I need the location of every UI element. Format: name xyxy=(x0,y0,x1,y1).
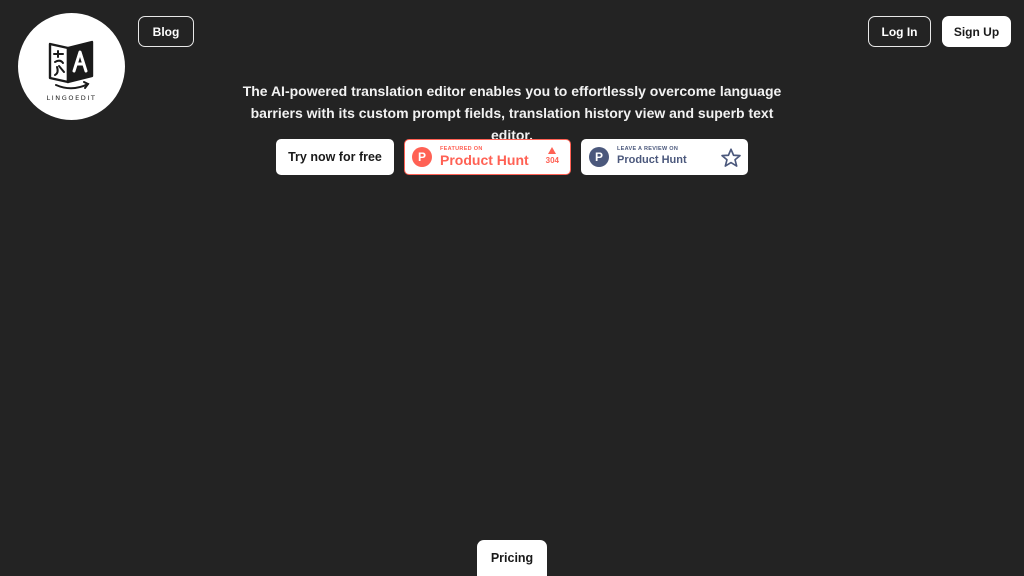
product-hunt-logo-icon: P xyxy=(412,147,432,167)
brand-name: LINGOEDIT xyxy=(46,93,97,102)
signup-button[interactable]: Sign Up xyxy=(942,16,1011,47)
tagline-line-1: The AI-powered translation editor enable… xyxy=(242,83,782,99)
product-hunt-review-badge[interactable]: P LEAVE A REVIEW ON Product Hunt xyxy=(581,139,748,175)
try-free-button[interactable]: Try now for free xyxy=(276,139,394,175)
hero-tagline: The AI-powered translation editor enable… xyxy=(230,80,794,146)
landing-page: LINGOEDIT Blog Log In Sign Up The AI-pow… xyxy=(0,0,1024,576)
blog-button[interactable]: Blog xyxy=(138,16,194,47)
login-button[interactable]: Log In xyxy=(868,16,931,47)
product-hunt-logo-icon: P xyxy=(589,147,609,167)
featured-badge-texts: FEATURED ON Product Hunt xyxy=(440,146,529,168)
upvote-count: 304 xyxy=(545,156,559,165)
upvote-counter: 304 xyxy=(546,147,559,165)
brand-logo[interactable]: LINGOEDIT xyxy=(18,13,125,120)
featured-big-text: Product Hunt xyxy=(440,152,529,168)
star-icon xyxy=(721,148,741,167)
translate-book-icon xyxy=(48,40,93,89)
upvote-triangle-icon xyxy=(548,147,557,154)
product-hunt-featured-badge[interactable]: P FEATURED ON Product Hunt 304 xyxy=(404,139,571,175)
pricing-button[interactable]: Pricing xyxy=(477,540,547,576)
review-small-text: LEAVE A REVIEW ON xyxy=(617,146,679,152)
review-badge-texts: LEAVE A REVIEW ON Product Hunt xyxy=(617,146,687,168)
review-big-text: Product Hunt xyxy=(617,154,687,166)
